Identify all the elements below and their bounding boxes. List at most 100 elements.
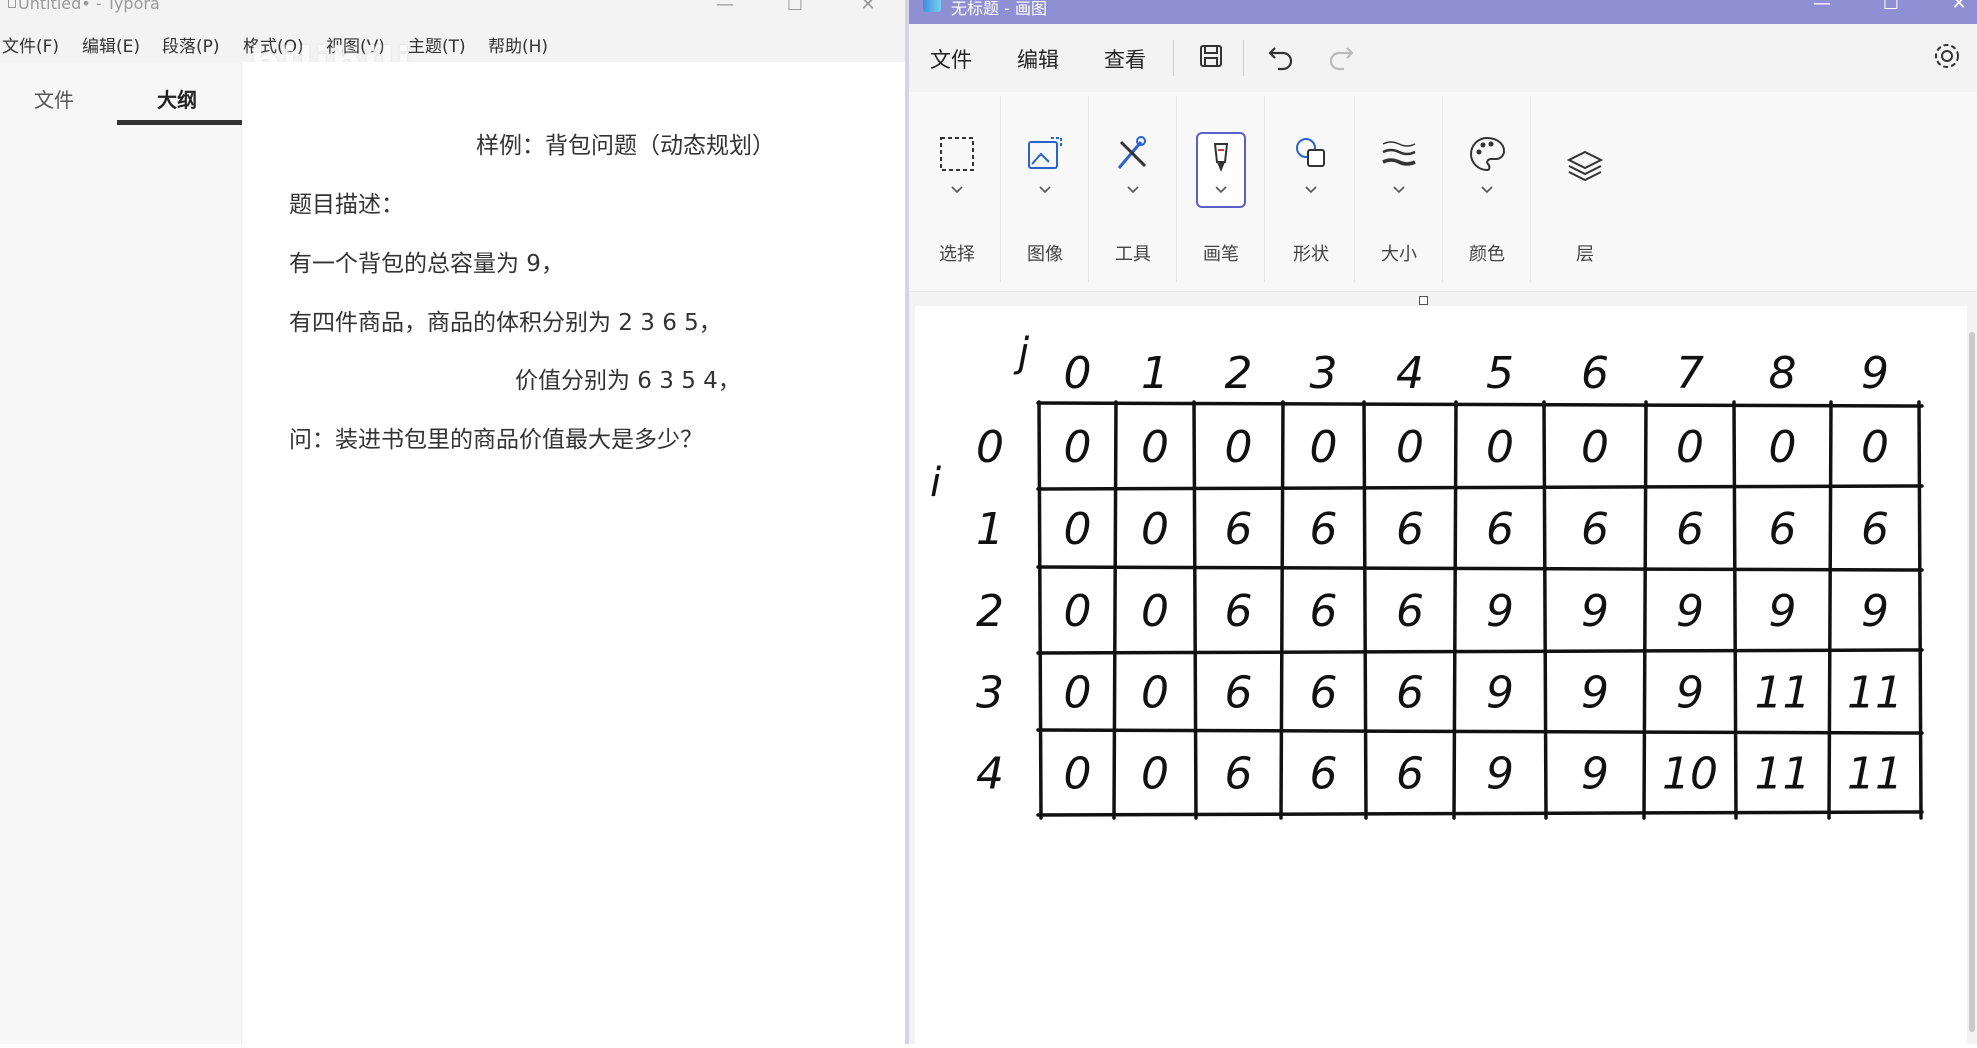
chevron-down-icon[interactable] (1214, 184, 1228, 194)
menu-help[interactable]: 帮助(H) (488, 32, 548, 57)
chevron-down-icon[interactable] (1304, 184, 1318, 194)
tab-outline[interactable]: 大纲 (157, 84, 197, 113)
menu-edit[interactable]: 编辑(E) (82, 32, 140, 57)
table-cell: 9 (1861, 586, 1889, 637)
table-cell: 6 (1310, 504, 1338, 555)
col-header: 4 (1396, 348, 1424, 399)
active-tab-indicator (117, 120, 242, 125)
grid-line-vertical (1917, 400, 1923, 820)
chevron-down-icon[interactable] (950, 184, 964, 194)
table-cell: 9 (1486, 586, 1514, 637)
col-header: 8 (1769, 348, 1797, 399)
ribbon-group-shapes[interactable]: 形状 (1267, 92, 1355, 292)
grid-line-horizontal (1036, 648, 1924, 655)
ribbon-separator (1530, 96, 1531, 282)
save-icon[interactable] (1193, 38, 1229, 74)
chevron-down-icon[interactable] (1038, 184, 1052, 194)
grid-line-horizontal (1036, 810, 1924, 817)
table-cell: 6 (1396, 668, 1424, 719)
chevron-down-icon[interactable] (1392, 184, 1406, 194)
paint-canvas[interactable]: j i 0123456789 01234 0000000000006666666… (915, 306, 1967, 1044)
ribbon-label: 形状 (1293, 244, 1329, 265)
paint-canvas-area: j i 0123456789 01234 0000000000006666666… (909, 292, 1977, 1044)
ribbon-label: 层 (1576, 244, 1594, 265)
grid-line-vertical (1542, 400, 1548, 820)
grid-line-vertical (1037, 400, 1043, 820)
table-cell: 9 (1581, 668, 1609, 719)
table-cell: 6 (1396, 586, 1424, 637)
minimize-icon[interactable]: — (705, 0, 745, 15)
col-header: 1 (1141, 348, 1169, 399)
ribbon-label: 画笔 (1203, 244, 1239, 265)
table-cell: 9 (1486, 749, 1514, 800)
table-cell: 9 (1486, 668, 1514, 719)
menubar-separator (1173, 40, 1174, 76)
grid-line-vertical (1827, 400, 1833, 820)
table-cell: 0 (1141, 504, 1169, 555)
menu-edit[interactable]: 编辑 (1017, 44, 1059, 74)
close-icon[interactable]: ✕ (1939, 0, 1977, 14)
table-cell: 0 (1769, 422, 1797, 473)
settings-gear-icon[interactable] (1929, 38, 1965, 74)
ribbon-separator (1264, 96, 1265, 282)
menu-paragraph[interactable]: 段落(P) (162, 32, 220, 57)
grid-line-vertical (1112, 400, 1118, 820)
table-cell: 6 (1225, 668, 1253, 719)
table-cell: 6 (1225, 504, 1253, 555)
menubar-separator (1243, 40, 1244, 76)
ribbon-group-select[interactable]: 选择 (913, 92, 1001, 292)
ribbon-group-colors[interactable]: 颜色 (1443, 92, 1531, 292)
ribbon-group-size[interactable]: 大小 (1355, 92, 1443, 292)
doc-line: 价值分别为 6 3 5 4， (515, 368, 741, 394)
table-cell: 0 (1141, 586, 1169, 637)
paint-app-icon (923, 0, 941, 12)
grid-line-horizontal (1036, 728, 1924, 735)
table-cell: 6 (1225, 749, 1253, 800)
col-header: 6 (1581, 348, 1609, 399)
table-cell: 9 (1769, 586, 1797, 637)
canvas-resize-handle[interactable] (1419, 296, 1428, 305)
table-cell: 11 (1755, 749, 1811, 800)
chevron-down-icon[interactable] (1126, 184, 1140, 194)
tab-files[interactable]: 文件 (34, 84, 74, 113)
typora-editor[interactable]: 样例：背包问题（动态规划） 题目描述： 有一个背包的总容量为 9， 有四件商品，… (242, 62, 905, 1044)
menu-file[interactable]: 文件(F) (2, 32, 59, 57)
undo-icon[interactable] (1263, 38, 1299, 74)
redo-icon[interactable] (1323, 38, 1359, 74)
maximize-icon[interactable]: ☐ (775, 0, 815, 15)
ribbon-group-layers[interactable]: 层 (1537, 92, 1633, 292)
table-cell: 6 (1396, 749, 1424, 800)
menu-file[interactable]: 文件 (930, 44, 972, 74)
table-cell: 0 (1396, 422, 1424, 473)
ribbon-label: 颜色 (1469, 244, 1505, 265)
row-headers: 0 1 2 3 4 (976, 422, 1004, 800)
table-cell: 6 (1486, 504, 1514, 555)
paint-window-title: 无标题 - 画图 (951, 0, 1047, 18)
vertical-scrollbar[interactable] (1969, 332, 1975, 1032)
table-cell: 0 (1064, 504, 1092, 555)
ribbon-group-tools[interactable]: 工具 (1089, 92, 1177, 292)
chevron-down-icon[interactable] (1480, 184, 1494, 194)
palette-icon (1470, 136, 1506, 172)
maximize-icon[interactable]: ☐ (1871, 0, 1911, 14)
table-cell: 0 (1225, 422, 1253, 473)
ribbon-group-brush[interactable]: 画笔 (1177, 92, 1265, 292)
table-cell: 10 (1662, 749, 1718, 800)
col-headers: 01 2 3 4 5 6 7 8 9 (1064, 348, 1890, 399)
table-cell: 9 (1581, 586, 1609, 637)
close-icon[interactable]: ✕ (848, 0, 888, 15)
grid-line-horizontal (1036, 484, 1924, 491)
doc-line: 问：装进书包里的商品价值最大是多少？ (289, 427, 703, 453)
table-cell: 6 (1396, 504, 1424, 555)
ribbon-group-image[interactable]: 图像 (1001, 92, 1089, 292)
grid-line-vertical (1732, 400, 1738, 820)
typora-window-title: Untitled• - Typora (18, 0, 160, 13)
paint-titlebar: 无标题 - 画图 — ☐ ✕ (909, 0, 1977, 24)
image-icon (1028, 137, 1062, 169)
doc-line: 有四件商品，商品的体积分别为 2 3 6 5， (289, 310, 722, 336)
menu-theme[interactable]: 主题(T) (408, 32, 466, 57)
minimize-icon[interactable]: — (1802, 0, 1842, 14)
menu-view[interactable]: 查看 (1104, 44, 1146, 74)
typora-sidebar: 文件 大纲 (0, 62, 242, 1044)
select-icon (940, 137, 974, 171)
